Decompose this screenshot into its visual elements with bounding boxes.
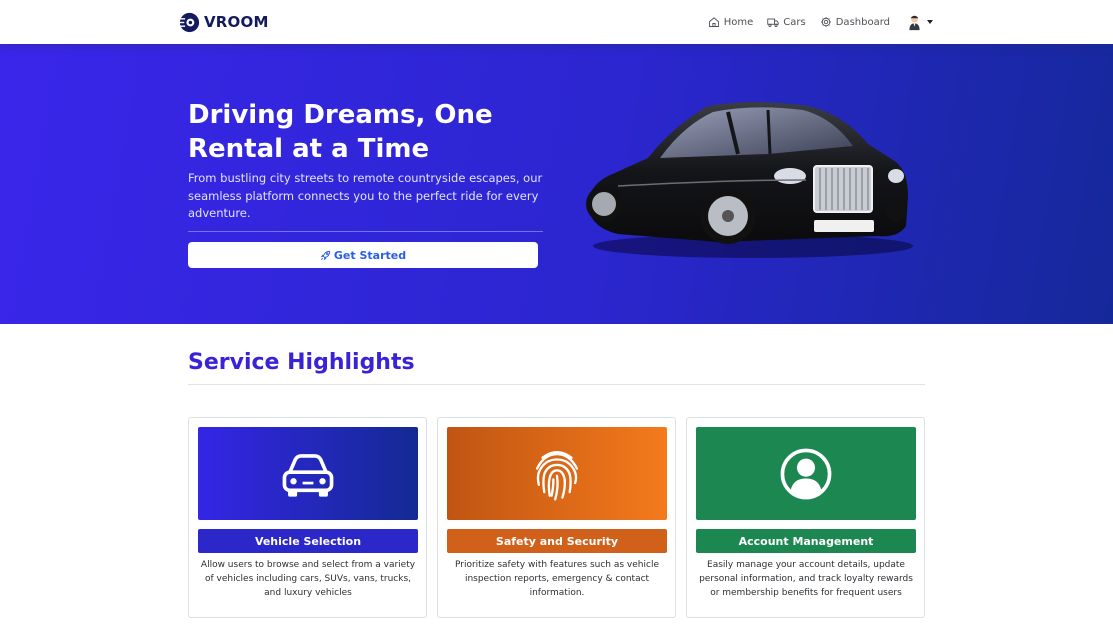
- hero-subtitle: From bustling city streets to remote cou…: [188, 171, 543, 220]
- section-title: Service Highlights: [188, 350, 415, 375]
- hero-divider: [188, 231, 543, 232]
- rocket-icon: [320, 250, 330, 260]
- nav-item-home[interactable]: Home: [708, 16, 754, 28]
- nav-links: Home Cars Dashboard: [694, 12, 933, 32]
- hero-section: Driving Dreams, One Rental at a Time Fro…: [0, 44, 1113, 324]
- car-icon: [282, 453, 334, 497]
- chevron-down-icon: [927, 20, 933, 24]
- user-circle-icon: [780, 448, 832, 499]
- user-menu-toggle[interactable]: [906, 14, 933, 31]
- card-account-management: Account Management Easily manage your ac…: [686, 417, 925, 618]
- card-vehicle-selection: Vehicle Selection Allow users to browse …: [188, 417, 427, 618]
- highlight-cards: Vehicle Selection Allow users to browse …: [188, 417, 925, 618]
- hero-car-image: [586, 102, 913, 258]
- brand-logo[interactable]: VROOM: [179, 11, 269, 33]
- card-title: Vehicle Selection: [198, 529, 418, 553]
- nav-label-cars: Cars: [783, 16, 806, 28]
- card-description: Easily manage your account details, upda…: [699, 560, 913, 598]
- nav-label-dashboard: Dashboard: [835, 16, 890, 28]
- section-divider: [188, 384, 925, 385]
- truck-icon: [767, 18, 779, 27]
- gear-icon: [820, 17, 831, 27]
- nav-item-dashboard[interactable]: Dashboard: [820, 16, 890, 28]
- brand-name: VROOM: [204, 13, 269, 31]
- fingerprint-icon: [535, 450, 579, 501]
- card-description: Allow users to browse and select from a …: [200, 560, 416, 598]
- home-icon: [708, 17, 719, 27]
- card-image: [198, 427, 418, 520]
- get-started-label: Get Started: [333, 248, 407, 262]
- user-avatar-icon: [909, 15, 920, 30]
- card-title: Safety and Security: [447, 529, 667, 553]
- nav-item-cars[interactable]: Cars: [767, 16, 806, 28]
- card-title: Account Management: [696, 529, 916, 553]
- get-started-button[interactable]: Get Started: [188, 242, 538, 268]
- card-description: Prioritize safety with features such as …: [455, 560, 659, 598]
- brand-wheel-icon: [179, 12, 200, 32]
- card-image: [447, 427, 667, 520]
- navbar: VROOM Home Cars Dashboard: [0, 0, 1113, 44]
- card-safety-security: Safety and Security Prioritize safety wi…: [437, 417, 676, 618]
- nav-label-home: Home: [723, 16, 754, 28]
- card-image: [696, 427, 916, 520]
- hero-title: Driving Dreams, One Rental at a Time: [188, 100, 493, 164]
